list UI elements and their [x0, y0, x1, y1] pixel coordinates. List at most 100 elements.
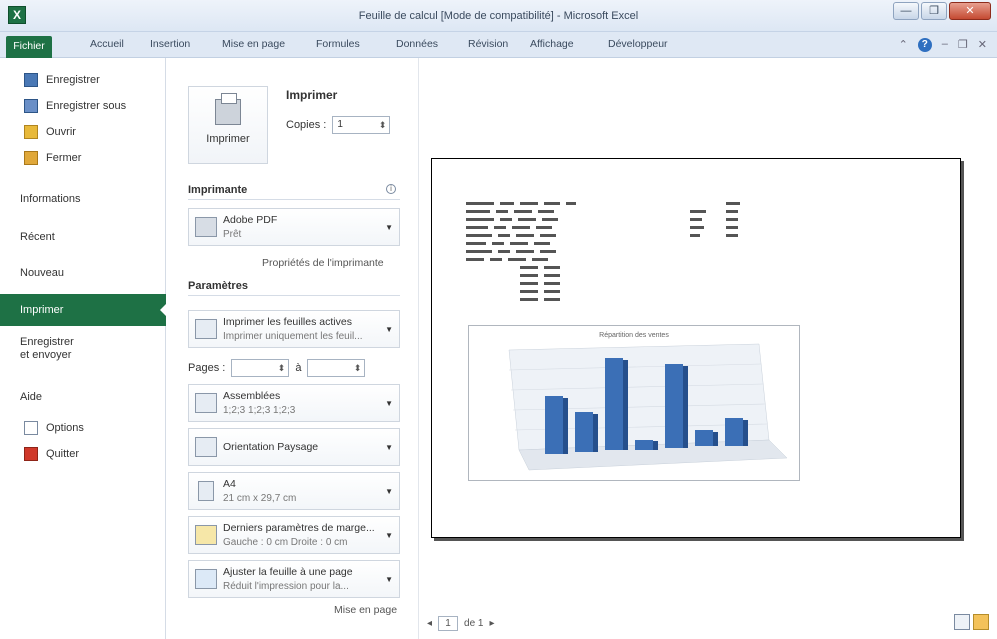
page-setup-link[interactable]: Mise en page [334, 604, 397, 616]
doc-minimize-icon[interactable]: – [942, 38, 948, 52]
divider [188, 295, 400, 296]
setting-sublabel: Imprimer uniquement les feuil... [223, 331, 363, 342]
title-bar: X Feuille de calcul [Mode de compatibili… [0, 0, 997, 32]
printer-device-icon [195, 217, 217, 237]
chart-title: Répartition des ventes [599, 332, 669, 339]
nav-quit[interactable]: Quitter [0, 444, 166, 464]
landscape-icon [195, 437, 217, 457]
tab-home[interactable]: Accueil [90, 38, 124, 50]
print-what-dropdown[interactable]: Imprimer les feuilles actives Imprimer u… [188, 310, 400, 348]
nav-close[interactable]: Fermer [0, 148, 166, 168]
ribbon-right-controls: ⌃ ? – ❐ ✕ [899, 38, 987, 52]
nav-print[interactable]: Imprimer [0, 294, 167, 326]
scaling-icon [195, 569, 217, 589]
info-icon[interactable]: i [386, 184, 396, 194]
print-button[interactable]: Imprimer [188, 86, 268, 164]
chevron-down-icon: ▼ [385, 223, 393, 232]
zoom-to-page-icon[interactable] [973, 614, 989, 630]
pages-to-stepper[interactable] [307, 359, 366, 377]
copies-row: Copies : 1 [286, 116, 391, 134]
setting-sublabel: 21 cm x 29,7 cm [223, 493, 297, 504]
preview-table-block-right [690, 201, 740, 241]
setting-label: Orientation Paysage [223, 441, 319, 453]
setting-sublabel: Gauche : 0 cm Droite : 0 cm [223, 537, 348, 548]
tab-page-layout[interactable]: Mise en page [222, 38, 285, 50]
paper-size-dropdown[interactable]: A4 21 cm x 29,7 cm ▼ [188, 472, 400, 510]
tab-view[interactable]: Affichage [530, 38, 574, 50]
copies-label: Copies : [286, 119, 327, 131]
current-page-input[interactable]: 1 [438, 616, 459, 631]
tab-data[interactable]: Données [396, 38, 438, 50]
doc-restore-icon[interactable]: ❐ [958, 38, 968, 52]
preview-page: Répartition des ventes [431, 158, 961, 538]
nav-quit-label: Quitter [46, 448, 80, 460]
nav-recent[interactable]: Récent [0, 224, 166, 250]
chevron-down-icon: ▼ [385, 531, 393, 540]
printer-section-title: Imprimante [188, 184, 248, 196]
setting-sublabel: Réduit l'impression pour la... [223, 581, 349, 592]
backstage-nav: Enregistrer Enregistrer sous Ouvrir Ferm… [0, 58, 167, 639]
orientation-dropdown[interactable]: Orientation Paysage ▼ [188, 428, 400, 466]
window-controls: — ❐ ✕ [893, 2, 991, 20]
nav-new[interactable]: Nouveau [0, 260, 166, 286]
nav-help[interactable]: Aide [0, 384, 166, 410]
tab-file[interactable]: Fichier [6, 36, 52, 58]
doc-close-icon[interactable]: ✕ [978, 38, 987, 52]
nav-save-label: Enregistrer [46, 74, 100, 86]
nav-save-as-label: Enregistrer sous [46, 100, 127, 112]
printer-name: Adobe PDF [223, 214, 278, 226]
nav-options[interactable]: Options [0, 418, 166, 438]
pages-label: Pages : [188, 362, 226, 374]
print-settings-panel: Imprimer Imprimer Copies : 1 Imprimante … [166, 58, 418, 639]
show-margins-icon[interactable] [954, 614, 970, 630]
open-folder-icon [24, 125, 38, 139]
chart-bar [725, 418, 748, 446]
ribbon-tab-bar: Fichier Accueil Insertion Mise en page F… [0, 32, 997, 58]
restore-button[interactable]: ❐ [921, 2, 947, 20]
minimize-button[interactable]: — [893, 2, 919, 20]
nav-close-label: Fermer [46, 152, 82, 164]
scaling-dropdown[interactable]: Ajuster la feuille à une page Réduit l'i… [188, 560, 400, 598]
collate-dropdown[interactable]: Assemblées 1;2;3 1;2;3 1;2;3 ▼ [188, 384, 400, 422]
chart-bar [545, 396, 568, 454]
chevron-down-icon: ▼ [385, 325, 393, 334]
nav-open[interactable]: Ouvrir [0, 122, 166, 142]
nav-info[interactable]: Informations [0, 186, 166, 212]
nav-save[interactable]: Enregistrer [0, 70, 166, 90]
collate-icon [195, 393, 217, 413]
pages-range-row: Pages : à [188, 359, 366, 377]
sheets-icon [195, 319, 217, 339]
chevron-down-icon: ▼ [385, 399, 393, 408]
prev-page-button[interactable]: ◂ [427, 618, 432, 629]
next-page-button[interactable]: ▸ [490, 618, 495, 629]
preview-table-block [466, 201, 576, 305]
nav-options-label: Options [46, 422, 84, 434]
help-icon[interactable]: ? [917, 38, 932, 52]
setting-label: Derniers paramètres de marge... [223, 522, 375, 534]
tab-insert[interactable]: Insertion [150, 38, 190, 50]
nav-open-label: Ouvrir [46, 126, 76, 138]
divider [188, 199, 400, 200]
close-window-button[interactable]: ✕ [949, 2, 991, 20]
printer-properties-link[interactable]: Propriétés de l'imprimante [262, 257, 384, 269]
minimize-ribbon-icon[interactable]: ⌃ [899, 38, 908, 52]
page-total: de 1 [464, 618, 484, 629]
copies-stepper[interactable]: 1 [332, 116, 391, 134]
tab-developer[interactable]: Développeur [608, 38, 668, 50]
preview-chart: Répartition des ventes [468, 325, 800, 481]
nav-save-send[interactable]: Enregistrer et envoyer [0, 336, 166, 362]
chart-bar [695, 430, 718, 446]
paper-size-icon [198, 481, 214, 501]
chevron-down-icon: ▼ [385, 575, 393, 584]
options-icon [24, 421, 38, 435]
save-as-icon [24, 99, 38, 113]
tab-review[interactable]: Révision [468, 38, 508, 50]
tab-formulas[interactable]: Formules [316, 38, 360, 50]
printer-dropdown[interactable]: Adobe PDF Prêt ▼ [188, 208, 400, 246]
margins-icon [195, 525, 217, 545]
chart-bar [575, 412, 598, 452]
margins-dropdown[interactable]: Derniers paramètres de marge... Gauche :… [188, 516, 400, 554]
nav-save-as[interactable]: Enregistrer sous [0, 96, 166, 116]
setting-label: Imprimer les feuilles actives [223, 316, 352, 328]
pages-from-stepper[interactable] [231, 359, 290, 377]
